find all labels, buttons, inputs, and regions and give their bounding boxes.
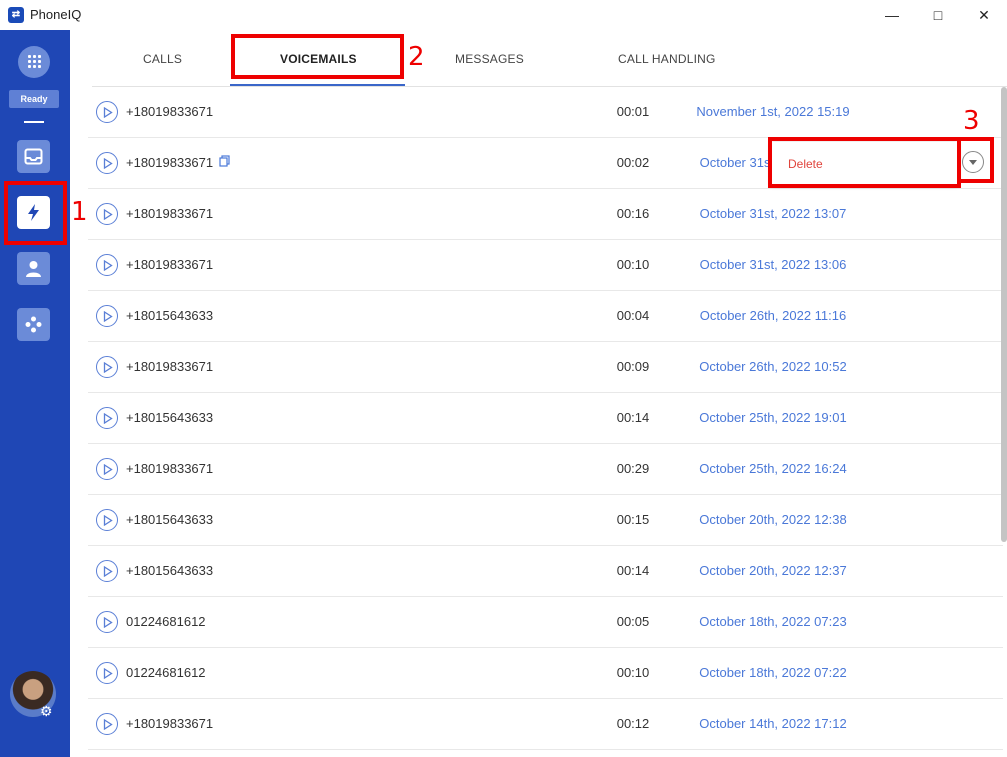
tab-calls[interactable]: CALLS — [143, 52, 182, 66]
sidebar-item-apps[interactable] — [17, 308, 50, 341]
caller-number: 01224681612 — [126, 665, 206, 680]
voicemail-row[interactable]: +18019833671 00:29 October 25th, 2022 16:2… — [88, 444, 1003, 495]
sidebar: Ready ⚙ — [0, 30, 70, 757]
close-button[interactable]: ✕ — [961, 0, 1007, 30]
voicemail-row[interactable]: +18019833671 00:01 November 1st, 2022 15:1… — [88, 87, 1003, 138]
voicemail-duration: 00:02 — [616, 155, 650, 170]
voicemail-duration: 00:15 — [616, 512, 650, 527]
maximize-button[interactable]: □ — [915, 0, 961, 30]
caller-number: 01224681612 — [126, 614, 206, 629]
apps-icon — [25, 316, 42, 333]
voicemail-row[interactable]: +18015643633 00:04 October 26th, 2022 11:1… — [88, 291, 1003, 342]
voicemail-date: October 20th, 2022 12:38 — [699, 512, 847, 527]
dialpad-icon[interactable] — [18, 46, 50, 78]
caller-number: +18015643633 — [126, 512, 214, 527]
voicemail-duration: 00:14 — [616, 410, 650, 425]
voicemail-row[interactable]: +18015643633 00:14 October 20th, 2022 12:3… — [88, 546, 1003, 597]
window-title: PhoneIQ — [30, 7, 82, 22]
voicemail-row[interactable]: 01224681612 00:10 October 18th, 2022 07:22 — [88, 648, 1003, 699]
voicemail-row[interactable]: +18019833671 00:10 October 31st, 2022 13:0… — [88, 240, 1003, 291]
annotation-box-3 — [957, 137, 994, 183]
play-icon[interactable] — [96, 713, 118, 735]
copy-icon[interactable] — [219, 154, 230, 172]
voicemail-date: October 14th, 2022 17:12 — [699, 716, 847, 731]
caller-number: +18015643633 — [126, 308, 214, 323]
play-icon[interactable] — [96, 203, 118, 225]
caller-number: +18019833671 — [126, 104, 214, 119]
voicemail-duration: 00:16 — [616, 206, 650, 221]
voicemail-date: October 26th, 2022 11:16 — [699, 308, 847, 323]
title-bar: ⇄ PhoneIQ — □ ✕ — [0, 0, 1007, 30]
sidebar-item-contacts[interactable] — [17, 252, 50, 285]
voicemail-date: October 25th, 2022 16:24 — [699, 461, 847, 476]
tab-bar: CALLS VOICEMAILS MESSAGES CALL HANDLING — [70, 30, 1007, 87]
sidebar-divider — [24, 121, 44, 123]
play-icon[interactable] — [96, 662, 118, 684]
voicemail-date: October 20th, 2022 12:37 — [699, 563, 847, 578]
minimize-button[interactable]: — — [869, 0, 915, 30]
voicemail-date: October 31st, 2022 13:07 — [699, 206, 847, 221]
annotation-box-1 — [4, 181, 67, 245]
tab-call-handling[interactable]: CALL HANDLING — [618, 52, 716, 66]
voicemail-row[interactable]: +18019833671 00:16 October 31st, 2022 13:0… — [88, 189, 1003, 240]
voicemail-row[interactable]: +18015643633 00:14 October 25th, 2022 19:0… — [88, 393, 1003, 444]
play-icon[interactable] — [96, 407, 118, 429]
voicemail-row[interactable]: 01224681612 00:05 October 18th, 2022 07:23 — [88, 597, 1003, 648]
play-icon[interactable] — [96, 152, 118, 174]
play-icon[interactable] — [96, 611, 118, 633]
voicemail-duration: 00:09 — [616, 359, 650, 374]
voicemail-date: October 26th, 2022 10:52 — [699, 359, 847, 374]
voicemail-duration: 00:01 — [616, 104, 650, 119]
caller-number: +18015643633 — [126, 563, 214, 578]
play-icon[interactable] — [96, 458, 118, 480]
voicemail-date: October 31st, 2022 13:06 — [699, 257, 847, 272]
play-icon[interactable] — [96, 305, 118, 327]
caller-number: +18019833671 — [126, 716, 214, 731]
caller-number: +18019833671 — [126, 257, 214, 272]
voicemail-duration: 00:10 — [616, 665, 650, 680]
tab-messages[interactable]: MESSAGES — [455, 52, 524, 66]
voicemail-row[interactable]: +18019833671 00:12 October 14th, 2022 17:1… — [88, 699, 1003, 750]
contact-icon — [26, 261, 41, 277]
caller-number: +18019833671 — [126, 359, 214, 374]
annotation-label-3: 3 — [963, 106, 980, 136]
voicemail-duration: 00:12 — [616, 716, 650, 731]
voicemail-duration: 00:10 — [616, 257, 650, 272]
voicemail-row[interactable]: +18019833671 00:09 October 26th, 2022 10:5… — [88, 342, 1003, 393]
annotation-box-menu — [768, 137, 961, 188]
voicemail-date: October 18th, 2022 07:22 — [699, 665, 847, 680]
play-icon[interactable] — [96, 254, 118, 276]
annotation-label-2: 2 — [408, 42, 425, 72]
voicemail-duration: 00:14 — [616, 563, 650, 578]
play-icon[interactable] — [96, 509, 118, 531]
voicemail-duration: 00:04 — [616, 308, 650, 323]
play-icon[interactable] — [96, 356, 118, 378]
play-icon[interactable] — [96, 101, 118, 123]
caller-number: +18019833671 — [126, 461, 214, 476]
app-logo-icon: ⇄ — [8, 7, 24, 23]
play-icon[interactable] — [96, 560, 118, 582]
caller-number: +18019833671 — [126, 155, 214, 170]
voicemail-date: October 25th, 2022 19:01 — [699, 410, 847, 425]
sidebar-item-inbox[interactable] — [17, 140, 50, 173]
voicemail-duration: 00:29 — [616, 461, 650, 476]
annotation-box-2 — [231, 34, 404, 79]
inbox-icon — [24, 148, 43, 165]
annotation-label-1: 1 — [71, 197, 88, 227]
phoneiq-window: ⇄ PhoneIQ — □ ✕ Ready ⚙ CALLS VOICEMAILS… — [0, 0, 1007, 757]
caller-number: +18019833671 — [126, 206, 214, 221]
settings-gear-icon[interactable]: ⚙ — [40, 703, 56, 719]
voicemail-date: November 1st, 2022 15:19 — [696, 104, 850, 119]
caller-number: +18015643633 — [126, 410, 214, 425]
scrollbar[interactable] — [1001, 87, 1007, 542]
voicemail-date: October 18th, 2022 07:23 — [699, 614, 847, 629]
voicemail-duration: 00:05 — [616, 614, 650, 629]
status-badge[interactable]: Ready — [9, 90, 59, 108]
voicemail-row[interactable]: +18015643633 00:15 October 20th, 2022 12:3… — [88, 495, 1003, 546]
